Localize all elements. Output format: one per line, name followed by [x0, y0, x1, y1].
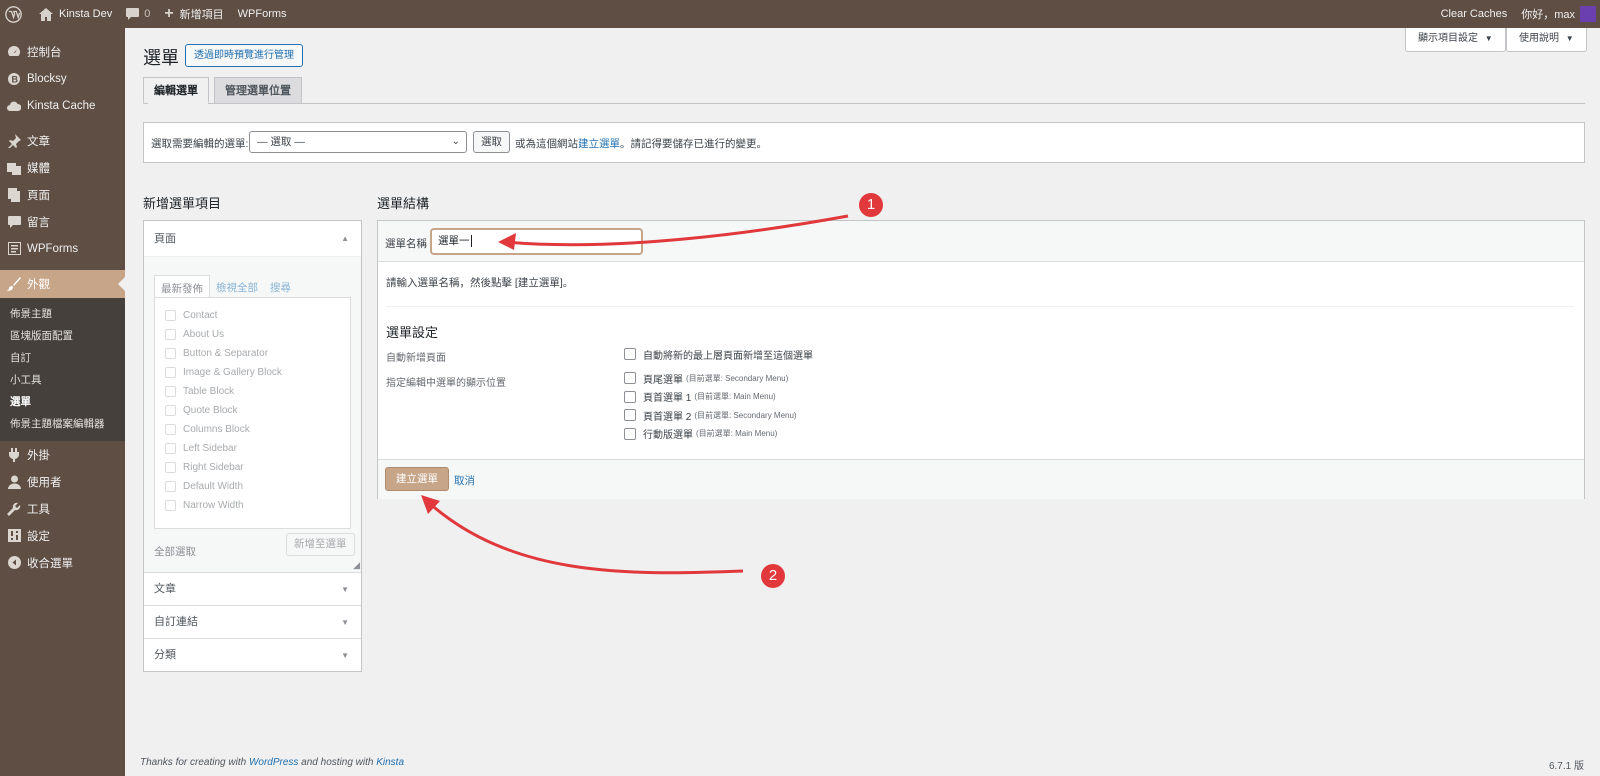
footer-thanks: Thanks for creating with WordPress and h… — [140, 757, 404, 768]
annotation-badge-2: 2 — [761, 564, 785, 588]
arrow-2 — [427, 500, 744, 575]
kinsta-link[interactable]: Kinsta — [376, 757, 404, 768]
wordpress-link[interactable]: WordPress — [249, 757, 298, 768]
arrow-1 — [504, 214, 849, 247]
footer-middle: and hosting with — [298, 757, 377, 768]
arrow-1-head — [498, 233, 516, 250]
annotation-arrows — [421, 214, 849, 575]
footer-prefix: Thanks for creating with — [140, 757, 249, 768]
footer-version: 6.7.1 版 — [1548, 761, 1584, 772]
annotation-badge-1: 1 — [859, 193, 883, 217]
